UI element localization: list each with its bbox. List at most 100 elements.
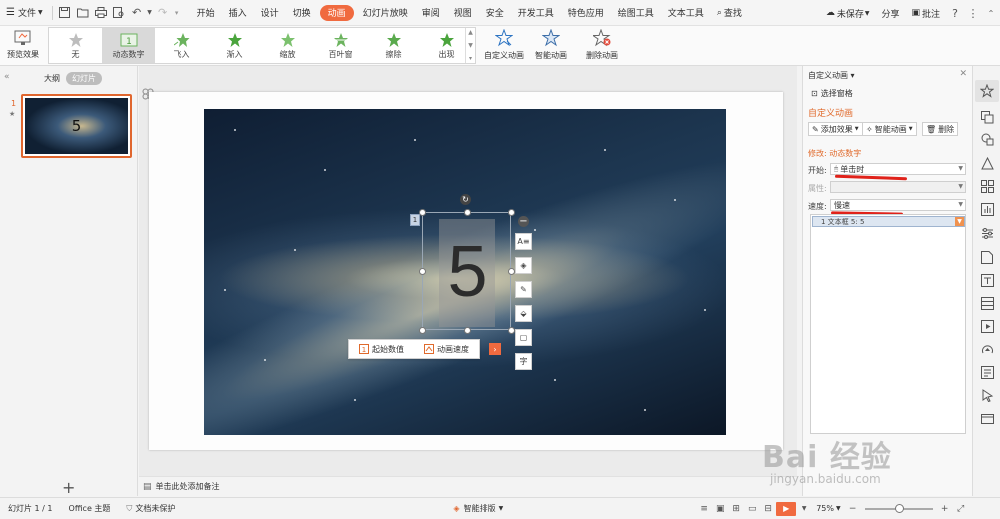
zoom-slider[interactable] [864,503,933,513]
document-protection[interactable]: ⛉ 文档未保护 [118,503,183,514]
customize-icon[interactable]: ▾ [172,3,182,23]
normal-view-icon[interactable]: ▣ [714,503,726,515]
play-dropdown-icon[interactable]: ▼ [798,503,810,515]
zoom-out-icon[interactable]: − [847,503,859,515]
smart-layout-button[interactable]: ◈ 智能排版 ▼ [445,503,511,514]
open-icon[interactable] [74,3,92,23]
resize-handle[interactable] [419,268,426,275]
zoom-level[interactable]: 75% ▼ [812,504,844,513]
resize-handle[interactable] [508,327,515,334]
animation-list-item[interactable]: 1 文本框 5: 5 ▼ [812,216,965,227]
delete-effect-button[interactable]: 🗑 删除 [922,122,959,136]
layout-grid-icon[interactable] [980,179,994,193]
tab-developer[interactable]: 开发工具 [511,2,561,24]
table-icon[interactable] [980,296,994,310]
pen-icon[interactable]: ✎ [515,281,532,298]
shapes-icon[interactable] [980,132,994,146]
chevron-down-icon[interactable]: ▼ [955,217,964,226]
tab-home[interactable]: 开始 [190,2,222,24]
popbar-more-icon[interactable]: › [489,343,501,355]
tab-text-tools[interactable]: 文本工具 [661,2,711,24]
collapse-toolbar-icon[interactable]: − [518,216,529,227]
smart-animation-button[interactable]: 智能动画 [535,29,567,63]
delete-animation-button[interactable]: 删除动画 [586,29,618,63]
tab-slideshow[interactable]: 幻灯片放映 [356,2,415,24]
print-preview-icon[interactable] [110,3,128,23]
animation-list[interactable]: 1 文本框 5: 5 ▼ [810,214,966,434]
tab-view[interactable]: 视图 [447,2,479,24]
slide-sorter-icon[interactable]: ⊞ [730,503,742,515]
speed-select[interactable]: 慢速 ▼ [830,199,966,211]
theme-name[interactable]: Office 主题 [61,503,119,514]
animation-speed-button[interactable]: 动画速度 [414,344,479,355]
notes-area[interactable]: ▤ 单击此处添加备注 [139,476,797,496]
tab-design[interactable]: 设计 [254,2,286,24]
notes-toggle-icon[interactable]: ≡ [698,503,710,515]
start-select[interactable]: 🖱 单击时 ▼ [830,163,966,175]
present-view-icon[interactable]: ⊟ [762,503,774,515]
tab-animation[interactable]: 动画 [319,4,354,21]
anim-fly-in[interactable]: 飞入 [155,28,208,63]
resources-icon[interactable] [980,411,994,425]
anim-none[interactable]: 无 [49,28,102,63]
chart-icon[interactable] [980,202,994,216]
resize-handle[interactable] [419,327,426,334]
anim-wipe[interactable]: 擦除 [367,28,420,63]
more-icon[interactable]: ⋮ [964,3,982,23]
fit-window-icon[interactable]: ⤢ [955,503,967,515]
collapse-panel-icon[interactable]: « [4,72,10,82]
transition-icon[interactable] [980,156,994,170]
layers-icon[interactable]: ◈ [515,257,532,274]
resize-handle[interactable] [464,209,471,216]
chevron-down-icon[interactable]: ▼ [468,42,473,49]
tab-slides[interactable]: 幻灯片 [66,72,102,85]
anim-blinds[interactable]: 百叶窗 [314,28,367,63]
tab-features[interactable]: 特色应用 [561,2,611,24]
anim-fade-in[interactable]: 渐入 [208,28,261,63]
settings-sliders-icon[interactable] [980,226,994,240]
zoom-slider-thumb[interactable] [894,503,904,513]
border-icon[interactable]: ▢ [515,329,532,346]
comment-button[interactable]: ▣ 批注 [905,2,946,24]
share-button[interactable]: 分享 [875,2,905,24]
tab-transition[interactable]: 切换 [286,2,318,24]
number-text[interactable]: 5 [423,213,512,331]
resize-handle[interactable] [419,209,426,216]
resize-handle[interactable] [464,327,471,334]
cursor-icon[interactable] [980,388,994,402]
tab-outline[interactable]: 大纲 [38,72,66,85]
start-value-button[interactable]: 1 起始数值 [349,344,414,355]
resize-handle[interactable] [508,209,515,216]
file-menu[interactable]: ☰ 文件 ▼ [0,2,49,24]
selection-pane-button[interactable]: ⊡ 选择窗格 [811,88,853,99]
tab-review[interactable]: 审阅 [415,2,447,24]
text-style-icon[interactable]: A≡ [515,233,532,250]
resize-handle[interactable] [508,268,515,275]
font-icon[interactable]: 字 [515,353,532,370]
fill-icon[interactable]: ⬙ [515,305,532,322]
tab-security[interactable]: 安全 [479,2,511,24]
number-text-box[interactable]: 5 [419,209,515,334]
animation-pane-icon[interactable] [975,80,999,102]
save-icon[interactable] [56,3,74,23]
copy-icon[interactable] [980,110,994,124]
unsaved-status[interactable]: ☁ 未保存 ▼ [820,2,876,24]
media-icon[interactable] [980,319,994,333]
slide-thumbnail[interactable]: 5 [21,94,132,158]
add-slide-button[interactable]: + [62,478,75,497]
undo-dropdown-icon[interactable]: ▼ [146,3,154,23]
form-icon[interactable] [980,365,994,379]
add-effect-button[interactable]: ✎ 添加效果 ▼ [808,122,863,136]
search-button[interactable]: ⌕ 查找 [711,2,748,24]
gallery-expand-icon[interactable]: ▾ [469,55,472,62]
undo-icon[interactable]: ↶ [128,3,146,23]
backup-icon[interactable] [980,342,994,356]
print-icon[interactable] [92,3,110,23]
tab-insert[interactable]: 插入 [222,2,254,24]
redo-icon[interactable]: ↷ [154,3,172,23]
preview-effect-button[interactable]: 预览效果 [4,28,42,64]
help-icon[interactable]: ? [946,3,964,23]
document-icon[interactable] [980,250,994,264]
smart-animation-pane-button[interactable]: ✧ 智能动画 ▼ [862,122,917,136]
play-slideshow-button[interactable]: ▶ [776,501,797,516]
